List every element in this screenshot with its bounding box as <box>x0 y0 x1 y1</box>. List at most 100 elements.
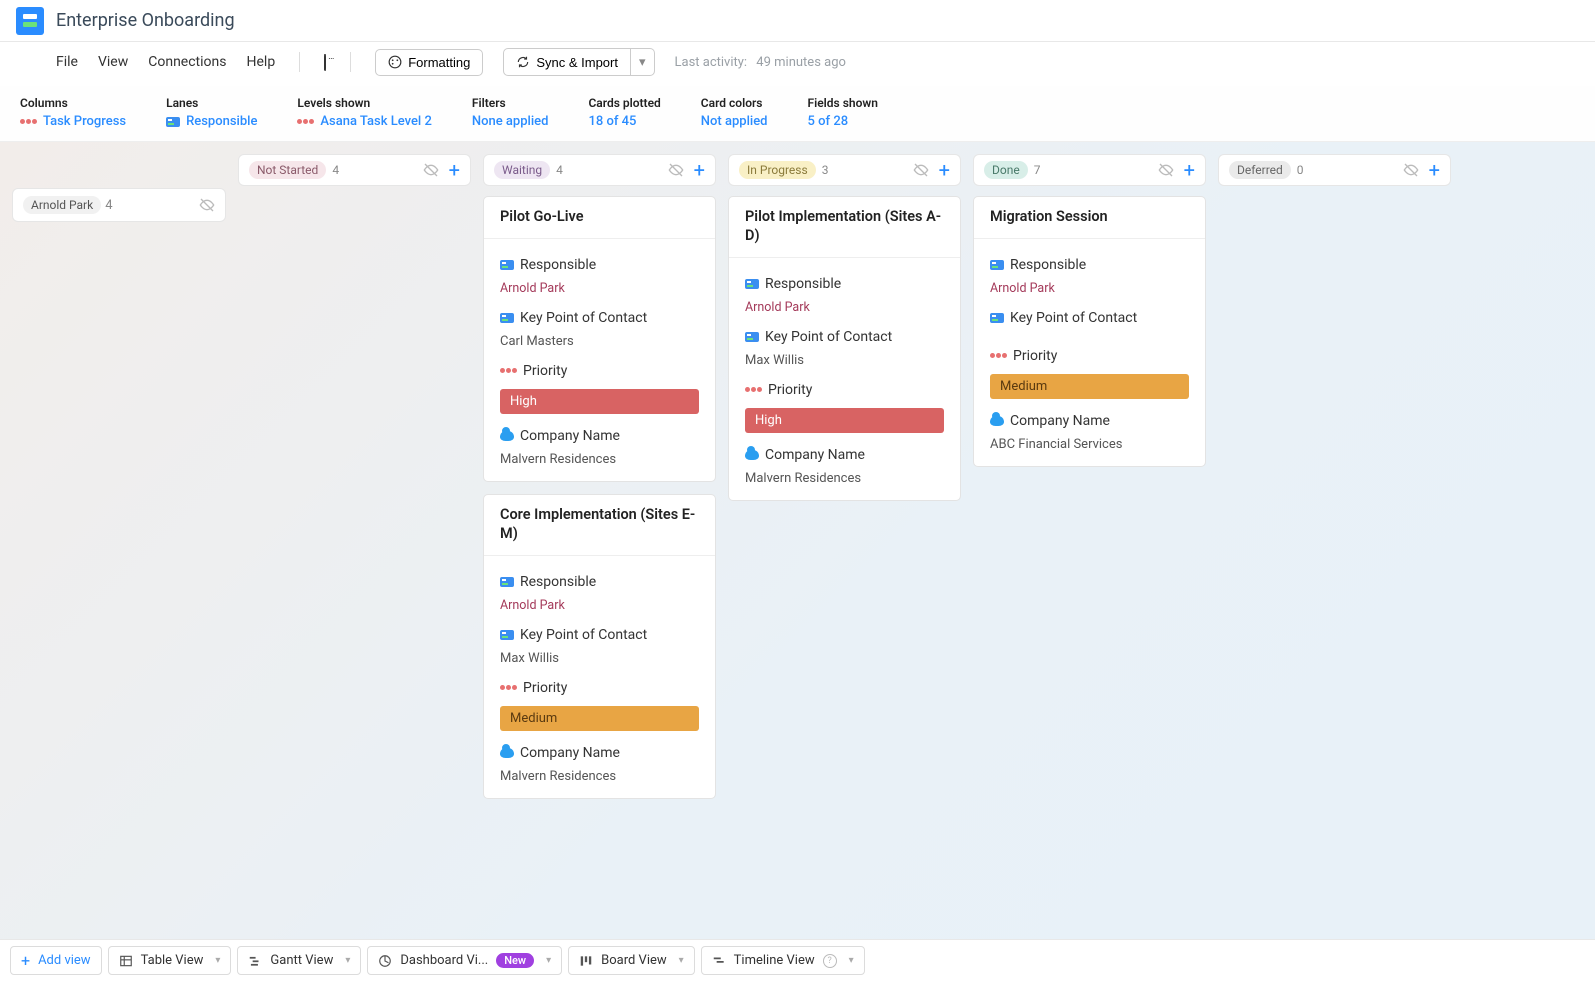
visibility-off-icon[interactable] <box>668 162 684 178</box>
add-view-button[interactable]: +Add view <box>10 946 102 975</box>
add-card-icon[interactable]: + <box>1184 163 1195 177</box>
help-icon[interactable]: ? <box>823 954 837 968</box>
field-company-value: Malvern Residences <box>500 452 699 467</box>
menu-help[interactable]: Help <box>247 54 276 70</box>
formatting-button[interactable]: Formatting <box>375 49 483 76</box>
chevron-down-icon[interactable]: ▾ <box>849 955 854 966</box>
card-icon <box>500 260 514 270</box>
field-responsible-label: Responsible <box>765 276 841 292</box>
card-title: Migration Session <box>974 197 1205 239</box>
card-icon <box>166 117 180 127</box>
cloud-icon <box>500 431 514 441</box>
field-company-label: Company Name <box>520 428 620 444</box>
field-company-label: Company Name <box>765 447 865 463</box>
field-responsible-value: Arnold Park <box>500 281 699 296</box>
menu-connections[interactable]: Connections <box>148 54 226 70</box>
app-logo <box>16 7 44 35</box>
swimlane-count: 4 <box>105 198 112 213</box>
column-pill: Not Started <box>249 161 326 179</box>
dots-icon <box>500 685 517 690</box>
view-tab-label: Timeline View <box>734 953 815 968</box>
kanban-card[interactable]: Core Implementation (Sites E-M) Responsi… <box>483 494 716 799</box>
field-priority-value: High <box>745 408 944 433</box>
column-count: 0 <box>1297 163 1304 177</box>
field-responsible-value: Arnold Park <box>745 300 944 315</box>
add-card-icon[interactable]: + <box>1429 163 1440 177</box>
kanban-card[interactable]: Migration Session Responsible Arnold Par… <box>973 196 1206 467</box>
field-company-label: Company Name <box>1010 413 1110 429</box>
filter-lanes[interactable]: Lanes Responsible <box>166 96 257 129</box>
column-count: 7 <box>1034 163 1041 177</box>
table-icon <box>119 954 133 968</box>
field-responsible-label: Responsible <box>520 257 596 273</box>
column-count: 4 <box>332 163 339 177</box>
field-responsible-label: Responsible <box>1010 257 1086 273</box>
kanban-board[interactable]: Arnold Park 4 Not Started 4 + Waiting 4 + P… <box>0 142 1595 943</box>
filter-filters[interactable]: Filters None applied <box>472 96 549 129</box>
dots-icon <box>297 119 314 124</box>
chat-icon[interactable] <box>324 55 326 70</box>
visibility-off-icon[interactable] <box>1158 162 1174 178</box>
menu-view[interactable]: View <box>98 54 128 70</box>
field-priority-value: Medium <box>990 374 1189 399</box>
view-tab-label: Board View <box>601 953 667 968</box>
swimlane-name: Arnold Park <box>23 196 101 214</box>
view-tab[interactable]: Table View▾ <box>108 946 232 975</box>
card-title: Pilot Implementation (Sites A-D) <box>729 197 960 258</box>
card-icon <box>990 260 1004 270</box>
field-contact-value: Max Willis <box>500 651 699 666</box>
view-tab[interactable]: Gantt View▾ <box>237 946 361 975</box>
kanban-card[interactable]: Pilot Go-Live Responsible Arnold Park Ke… <box>483 196 716 482</box>
dots-icon <box>500 368 517 373</box>
dots-icon <box>20 119 37 124</box>
field-company-value: ABC Financial Services <box>990 437 1189 452</box>
card-icon <box>500 630 514 640</box>
filter-cards[interactable]: Cards plotted 18 of 45 <box>588 96 660 129</box>
filter-colors[interactable]: Card colors Not applied <box>701 96 768 129</box>
field-responsible-label: Responsible <box>520 574 596 590</box>
column-pill: In Progress <box>739 161 816 179</box>
sync-label: Sync & Import <box>536 55 618 70</box>
dots-icon <box>990 353 1007 358</box>
field-contact-label: Key Point of Contact <box>520 627 647 643</box>
card-title: Pilot Go-Live <box>484 197 715 239</box>
formatting-label: Formatting <box>408 55 470 70</box>
column-in-progress: In Progress3 + Pilot Implementation (Sit… <box>728 154 961 931</box>
field-priority-value: Medium <box>500 706 699 731</box>
column-count: 4 <box>556 163 563 177</box>
filter-levels[interactable]: Levels shown Asana Task Level 2 <box>297 96 431 129</box>
column-pill: Waiting <box>494 161 550 179</box>
filter-fields[interactable]: Fields shown 5 of 28 <box>808 96 878 129</box>
chevron-down-icon[interactable]: ▾ <box>345 955 350 966</box>
add-card-icon[interactable]: + <box>694 163 705 177</box>
chevron-down-icon[interactable]: ▾ <box>546 955 551 966</box>
sync-dropdown[interactable]: ▾ <box>631 48 655 76</box>
view-tab[interactable]: Board View ▾ <box>568 946 695 975</box>
visibility-off-icon[interactable] <box>423 162 439 178</box>
visibility-off-icon[interactable] <box>1403 162 1419 178</box>
field-company-label: Company Name <box>520 745 620 761</box>
add-card-icon[interactable]: + <box>449 163 460 177</box>
chevron-down-icon[interactable]: ▾ <box>679 955 684 966</box>
field-contact-value: Carl Masters <box>500 334 699 349</box>
dashboard-icon <box>378 954 392 968</box>
view-tab[interactable]: Dashboard Vi...New▾ <box>367 946 562 975</box>
field-priority-label: Priority <box>1013 348 1057 364</box>
view-tab[interactable]: Timeline View? ▾ <box>701 946 865 975</box>
kanban-card[interactable]: Pilot Implementation (Sites A-D) Respons… <box>728 196 961 501</box>
field-priority-value: High <box>500 389 699 414</box>
chevron-down-icon[interactable]: ▾ <box>215 955 220 966</box>
board-icon <box>579 954 593 968</box>
field-priority-label: Priority <box>523 680 567 696</box>
filter-columns[interactable]: Columns Task Progress <box>20 96 126 129</box>
swimlane-header[interactable]: Arnold Park 4 <box>12 188 226 222</box>
visibility-off-icon[interactable] <box>913 162 929 178</box>
sync-button[interactable]: Sync & Import <box>503 48 631 76</box>
card-title: Core Implementation (Sites E-M) <box>484 495 715 556</box>
add-card-icon[interactable]: + <box>939 163 950 177</box>
menu-file[interactable]: File <box>56 54 78 70</box>
divider <box>350 52 351 72</box>
column-pill: Deferred <box>1229 161 1291 179</box>
field-company-value: Malvern Residences <box>500 769 699 784</box>
visibility-off-icon[interactable] <box>199 197 215 213</box>
